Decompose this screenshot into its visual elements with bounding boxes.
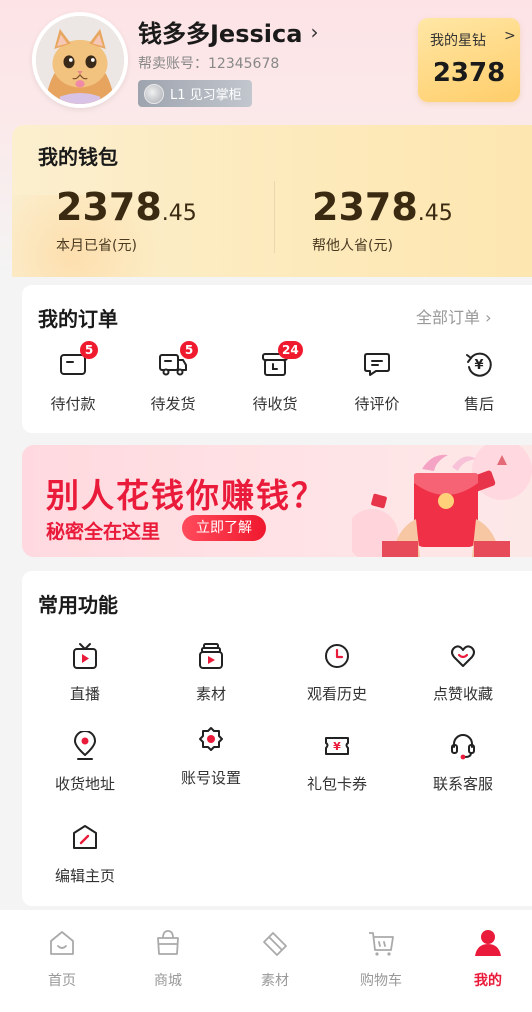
function-label: 点赞收藏 <box>432 685 493 703</box>
wallet-saved-others-value: 2378.45 <box>312 185 453 229</box>
order-label: 待付款 <box>50 395 96 413</box>
svg-text:¥: ¥ <box>474 358 483 373</box>
function-label: 收货地址 <box>54 775 115 793</box>
order-pending-review[interactable]: 待评价 <box>342 349 412 419</box>
function-label: 联系客服 <box>432 775 493 793</box>
orders-card: 我的订单 全部订单 › 5 待付款 5 待发货 24 待收货 待评价 ¥ 售后 <box>22 285 532 433</box>
material-icon <box>199 643 223 669</box>
order-pending-receipt[interactable]: 24 待收货 <box>240 341 310 419</box>
function-live[interactable]: 直播 <box>30 641 140 711</box>
tab-material[interactable]: 素材 <box>235 928 315 989</box>
promo-banner[interactable]: 别人花钱你赚钱？ 秘密全在这里 立即了解 <box>22 445 532 557</box>
order-pending-shipment[interactable]: 5 待发货 <box>138 341 208 419</box>
refund-icon: ¥ <box>466 352 492 377</box>
coupon-icon: ¥ <box>325 737 349 755</box>
function-label: 素材 <box>195 685 226 703</box>
order-label: 待发货 <box>150 395 196 413</box>
orders-title: 我的订单 <box>38 307 118 331</box>
bottom-tab-bar: 首页 商城 素材 购物车 我的 <box>0 912 532 1012</box>
wallet-saved-this-month-label: 本月已省(元) <box>56 238 137 254</box>
banner-cta-button[interactable]: 立即了解 <box>182 515 266 541</box>
order-label: 待评价 <box>354 395 400 413</box>
level-badge[interactable]: L1 见习掌柜 <box>138 80 252 107</box>
tab-mine[interactable]: 我的 <box>448 928 528 989</box>
profile-header: 钱多多Jessica › 帮卖账号：12345678 L1 见习掌柜 我的星钻 … <box>0 0 532 125</box>
function-label: 直播 <box>69 685 100 703</box>
order-after-sales[interactable]: ¥ 售后 <box>444 349 514 419</box>
function-coupons[interactable]: ¥ 礼包卡券 <box>282 731 392 801</box>
star-value: 2378 <box>432 58 506 88</box>
red-envelope-illustration <box>352 445 532 557</box>
edit-icon <box>73 825 97 849</box>
star-title: 我的星钻 <box>430 33 486 49</box>
tab-label: 素材 <box>261 973 289 989</box>
all-orders-link[interactable]: 全部订单 › <box>416 304 492 328</box>
settings-icon <box>199 727 223 751</box>
common-functions-card: 常用功能 直播 素材 观看历史 点赞收藏 收货地址 账号设置 ¥ 礼包卡券 联系… <box>22 571 532 906</box>
order-label: 待收货 <box>252 395 298 413</box>
wallet-saved-others-label: 帮他人省(元) <box>312 238 393 254</box>
live-tv-icon <box>73 643 97 669</box>
user-name-row[interactable]: 钱多多Jessica › <box>138 14 318 49</box>
tab-label: 首页 <box>48 973 76 989</box>
function-label: 观看历史 <box>306 685 367 703</box>
functions-title: 常用功能 <box>38 593 118 617</box>
function-material[interactable]: 素材 <box>156 641 266 711</box>
tab-cart[interactable]: 购物车 <box>341 928 421 989</box>
tab-label: 商城 <box>154 973 182 989</box>
home-icon <box>50 931 74 955</box>
pending-payment-badge: 5 <box>80 341 98 359</box>
function-label: 编辑主页 <box>54 867 115 885</box>
function-label: 账号设置 <box>180 769 241 787</box>
user-icon <box>475 930 501 956</box>
diamond-icon <box>263 932 287 956</box>
pending-shipment-badge: 5 <box>180 341 198 359</box>
order-pending-payment[interactable]: 5 待付款 <box>38 341 108 419</box>
function-history[interactable]: 观看历史 <box>282 641 392 711</box>
headset-icon <box>451 734 475 760</box>
star-diamond-card[interactable]: 我的星钻 > 2378 <box>418 18 520 102</box>
tab-label: 购物车 <box>360 973 402 989</box>
function-customer-service[interactable]: 联系客服 <box>408 731 518 801</box>
chevron-right-icon: > <box>504 28 516 44</box>
pending-receipt-badge: 24 <box>278 341 303 359</box>
heart-icon <box>451 645 475 667</box>
order-label: 售后 <box>463 395 494 413</box>
function-label: 礼包卡券 <box>306 775 367 793</box>
tab-label: 我的 <box>474 973 502 989</box>
cat-avatar-image <box>36 16 124 104</box>
comment-icon <box>364 353 390 376</box>
bag-icon <box>157 930 179 955</box>
banner-title: 别人花钱你赚钱？ <box>46 476 326 515</box>
location-icon <box>74 731 96 760</box>
tab-mall[interactable]: 商城 <box>128 928 208 989</box>
tab-home[interactable]: 首页 <box>22 928 102 989</box>
function-account-settings[interactable]: 账号设置 <box>156 725 266 795</box>
account-number: 帮卖账号：12345678 <box>138 56 280 72</box>
function-edit-homepage[interactable]: 编辑主页 <box>30 823 140 893</box>
cart-icon <box>369 932 394 956</box>
function-address[interactable]: 收货地址 <box>30 731 140 801</box>
user-name: 钱多多Jessica <box>138 20 303 48</box>
level-medal-icon <box>144 83 164 104</box>
banner-subtitle: 秘密全在这里 <box>46 521 161 543</box>
chevron-right-icon: › <box>310 19 319 44</box>
wallet-saved-this-month-value: 2378.45 <box>56 185 197 229</box>
wallet-card[interactable]: 我的钱包 2378.45 本月已省(元) 2378.45 帮他人省(元) <box>12 125 532 277</box>
avatar[interactable] <box>32 12 128 108</box>
wallet-divider <box>274 181 275 253</box>
clock-icon <box>325 644 349 668</box>
wallet-title: 我的钱包 <box>38 145 118 169</box>
function-likes[interactable]: 点赞收藏 <box>408 641 518 711</box>
level-label: L1 见习掌柜 <box>170 88 242 103</box>
svg-text:¥: ¥ <box>333 740 341 753</box>
